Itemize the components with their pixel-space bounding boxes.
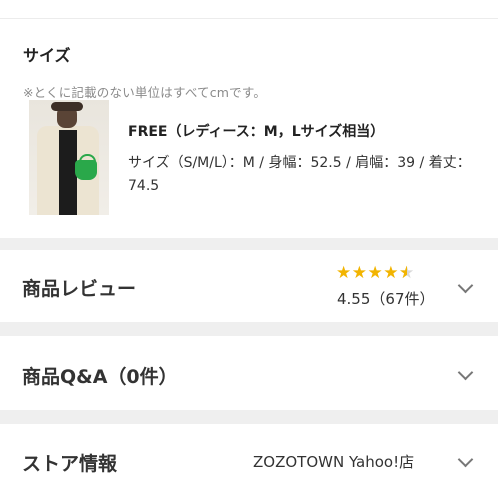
size-product-name: FREE（レディース：M，Lサイズ相当） — [128, 124, 385, 140]
star-icon: ★ — [351, 263, 368, 283]
size-unit-note: ※とくに記載のない単位はすべてcmです。 — [23, 85, 267, 100]
section-divider — [0, 410, 498, 424]
store-row[interactable]: ストア情報 — [0, 424, 498, 498]
size-section-title: サイズ — [23, 46, 71, 65]
half-star-icon: ★ — [399, 263, 415, 283]
qa-title: 商品Q&A（0件） — [22, 366, 178, 388]
rating-count: 4.55（67件） — [337, 290, 435, 308]
qa-row[interactable]: 商品Q&A（0件） — [0, 336, 498, 410]
star-icon: ★ — [367, 263, 384, 283]
review-title: 商品レビュー — [22, 278, 137, 300]
size-product-detail: サイズ（S/M/L）：M / 身幅：52.5 / 肩幅：39 / 着丈：74.5 — [128, 155, 471, 194]
section-divider — [0, 238, 498, 250]
star-icon: ★ — [336, 263, 352, 283]
rating-stars: ★★★★★ — [336, 263, 415, 283]
store-title: ストア情報 — [22, 453, 118, 475]
product-thumbnail[interactable] — [29, 100, 109, 215]
star-icon: ★ — [383, 263, 399, 283]
store-name: ZOZOTOWN Yahoo!店 — [253, 453, 415, 471]
section-divider — [0, 322, 498, 336]
review-row[interactable]: 商品レビュー — [0, 250, 498, 322]
